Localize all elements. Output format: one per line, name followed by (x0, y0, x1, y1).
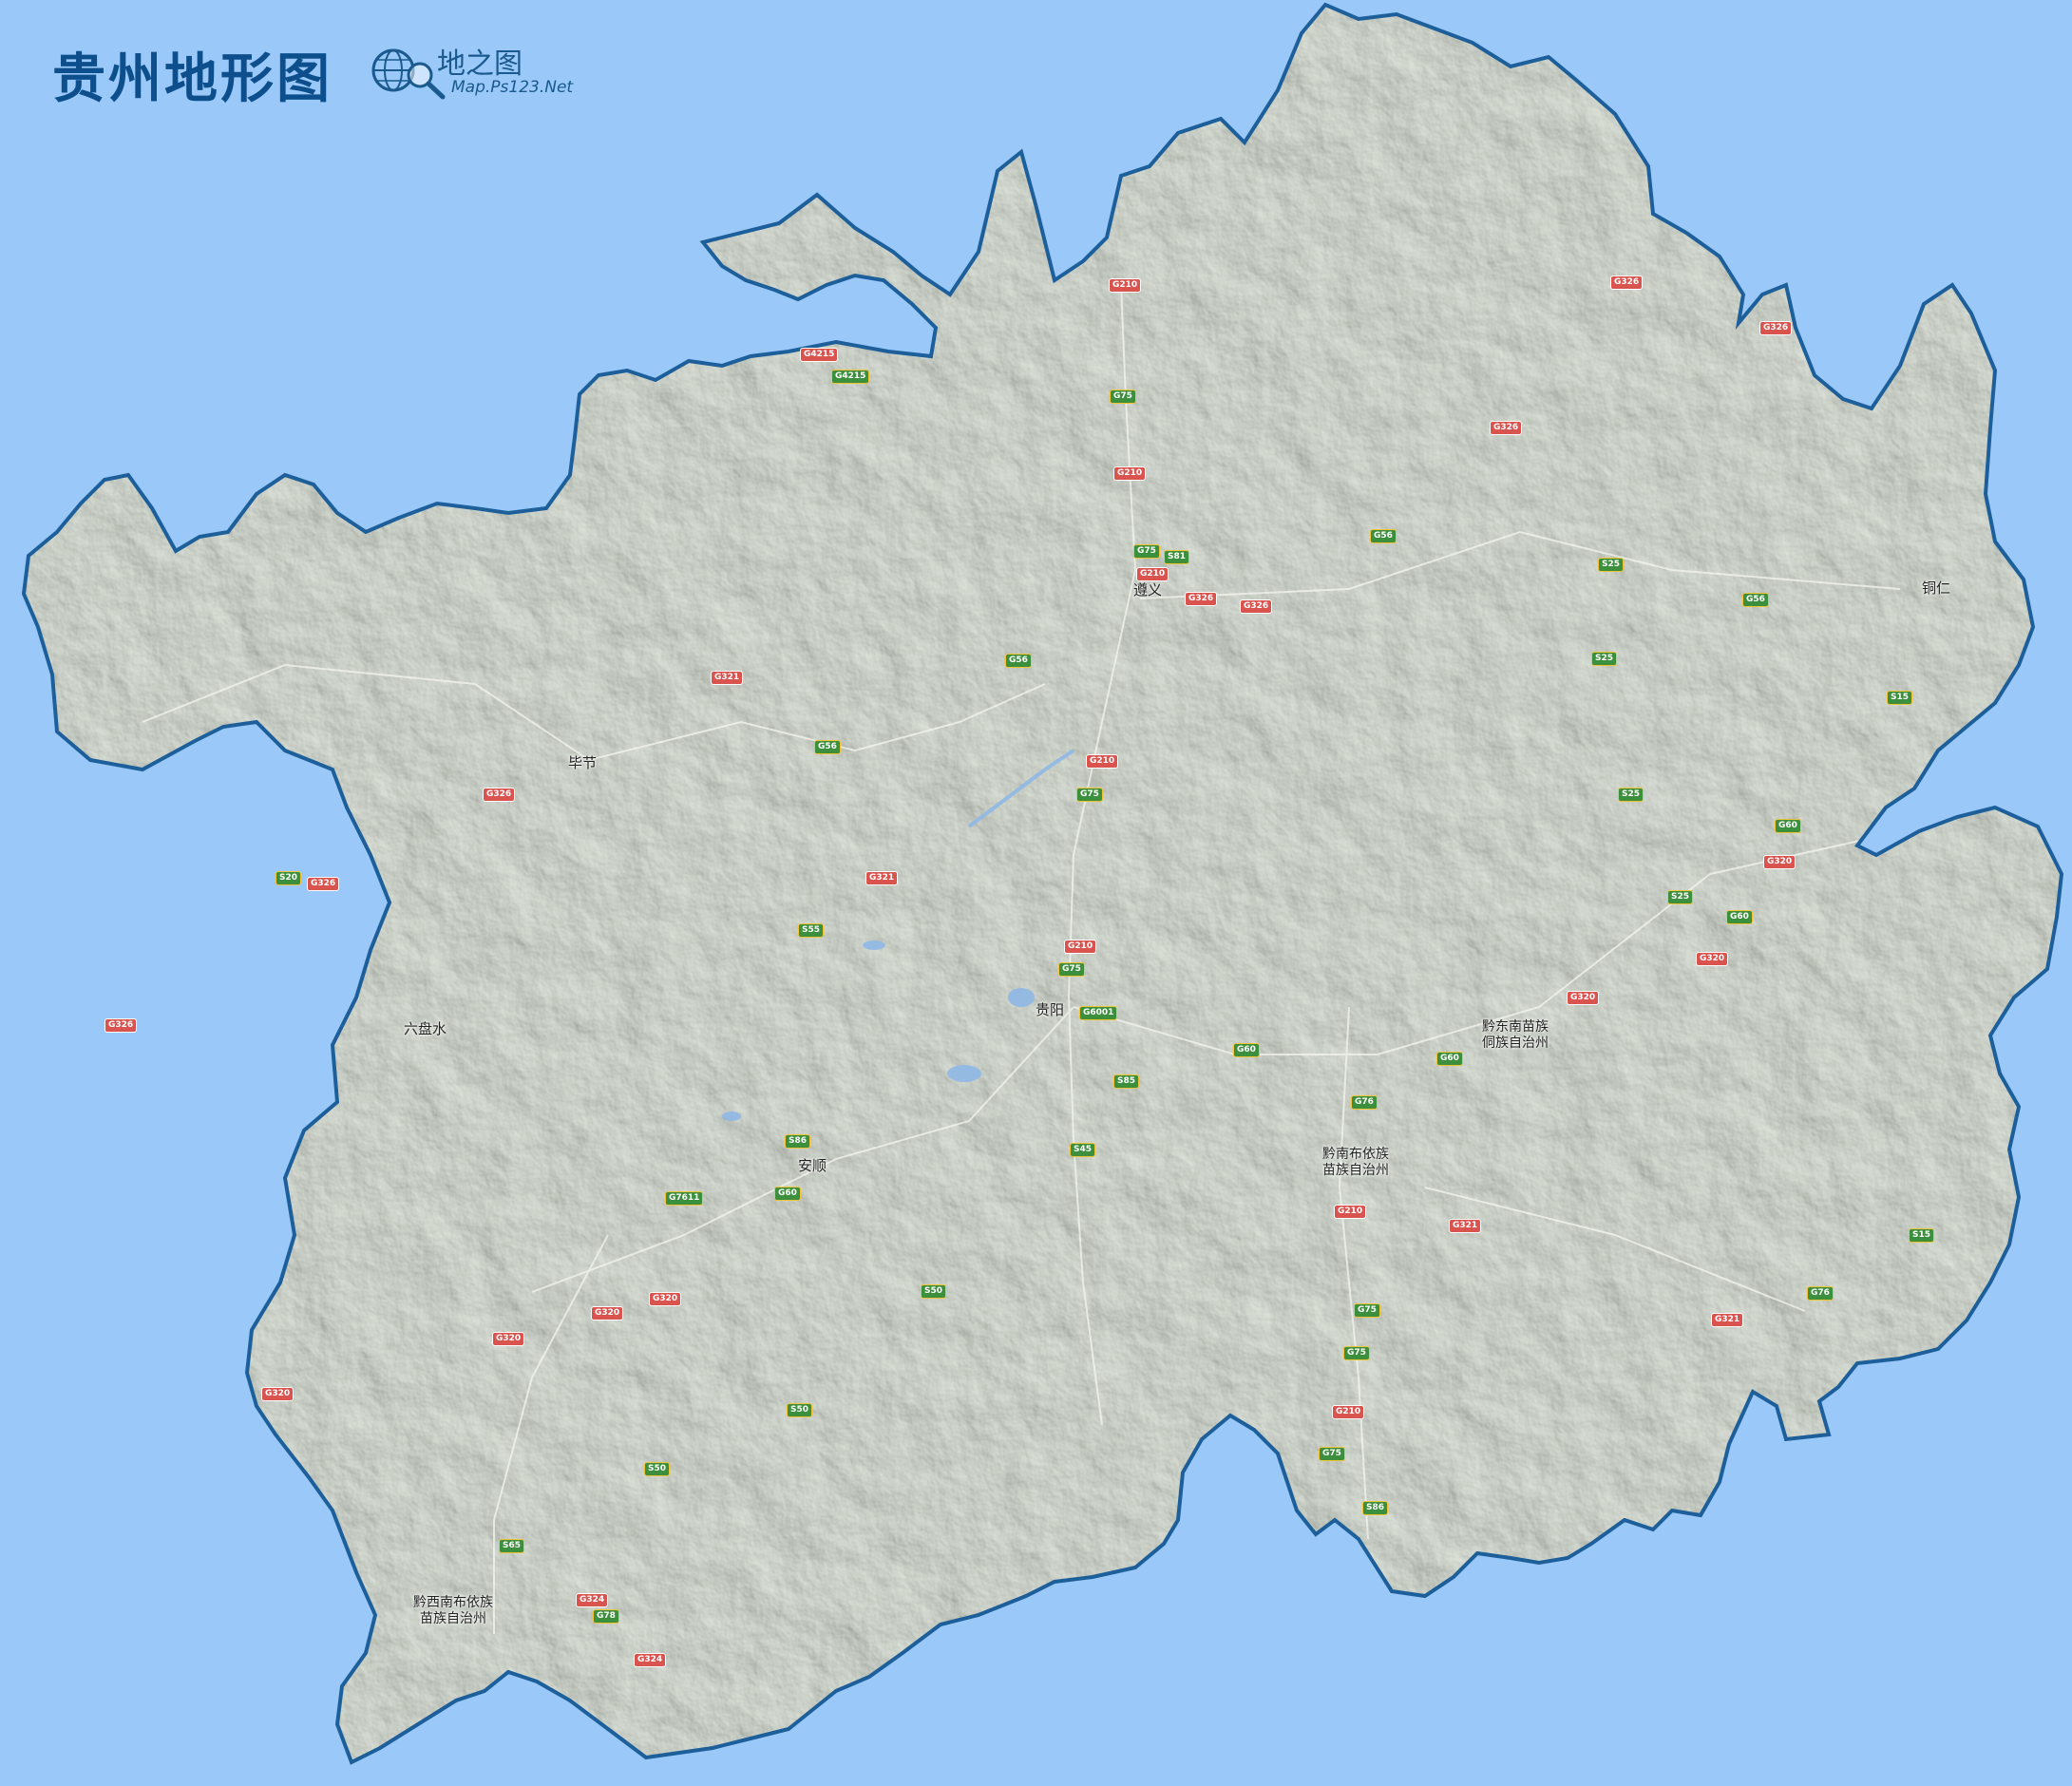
road-shield: G210 (1064, 940, 1097, 954)
road-shield: G60 (774, 1187, 801, 1201)
road-shield: G56 (1742, 593, 1769, 607)
road-shield: S86 (785, 1134, 811, 1149)
road-shield: G320 (492, 1332, 525, 1346)
city-label-liupanshui: 六盘水 (404, 1020, 447, 1037)
road-shield: G210 (1334, 1205, 1367, 1219)
city-label-tongren: 铜仁 (1922, 580, 1951, 597)
prefecture-label-qiannan: 黔南布依族 苗族自治州 (1322, 1147, 1389, 1178)
city-label-guiyang: 贵阳 (1036, 1001, 1065, 1018)
road-shield: S50 (644, 1462, 671, 1476)
road-shield: G60 (1775, 819, 1801, 833)
road-shield: G60 (1233, 1043, 1260, 1057)
road-shield: G56 (814, 740, 841, 754)
road-shield: S86 (1362, 1501, 1389, 1515)
road-shield: G326 (307, 877, 340, 891)
logo-text: 地之图 (437, 48, 523, 81)
province-map (0, 0, 2072, 1786)
road-shield: G326 (1240, 599, 1273, 614)
road-shield: G321 (1449, 1219, 1482, 1233)
road-shield: G75 (1354, 1303, 1380, 1318)
map-title: 贵州地形图 (52, 48, 333, 110)
road-shield: G7611 (665, 1191, 704, 1206)
road-shield: G56 (1370, 529, 1397, 543)
road-shield: S15 (1887, 691, 1913, 705)
road-shield: G320 (1696, 952, 1729, 966)
road-shield: G210 (1109, 278, 1142, 293)
road-shield: S25 (1591, 652, 1618, 666)
road-shield: G324 (576, 1593, 609, 1607)
road-shield: G326 (1490, 421, 1523, 435)
road-shield: G324 (634, 1653, 667, 1667)
road-shield: G320 (591, 1306, 624, 1320)
road-shield: G4215 (831, 370, 870, 384)
road-shield: S15 (1909, 1228, 1935, 1243)
road-shield: S25 (1598, 558, 1625, 572)
road-shield: G76 (1807, 1286, 1834, 1301)
road-shield: S25 (1667, 890, 1694, 904)
road-shield: G4215 (800, 348, 839, 362)
city-label-zunyi: 遵义 (1133, 581, 1163, 598)
prefecture-label-qianxinan: 黔西南布依族 苗族自治州 (413, 1595, 493, 1626)
road-shield: S55 (798, 923, 825, 938)
road-shield: S25 (1618, 788, 1644, 802)
road-shield: G326 (1610, 276, 1644, 290)
road-shield: S20 (276, 871, 302, 885)
road-shield: G326 (483, 788, 516, 802)
road-shield: G210 (1136, 567, 1169, 581)
road-shield: G326 (105, 1018, 138, 1033)
road-shield: G75 (1343, 1346, 1370, 1360)
road-shield: G78 (593, 1609, 619, 1624)
road-shield: G6001 (1079, 1006, 1118, 1020)
city-label-anshun: 安顺 (798, 1157, 827, 1174)
road-shield: G321 (1711, 1313, 1744, 1327)
road-shield: G75 (1110, 390, 1136, 404)
road-shield: G76 (1351, 1095, 1378, 1110)
road-shield: G60 (1436, 1052, 1463, 1066)
road-shield: G321 (711, 671, 744, 685)
road-shield: G320 (649, 1292, 682, 1306)
road-shield: G320 (1567, 991, 1600, 1005)
road-shield: S50 (787, 1403, 813, 1417)
road-shield: G56 (1005, 654, 1032, 668)
road-shield: G326 (1759, 321, 1793, 335)
road-shield: G321 (865, 871, 899, 885)
road-shield: G320 (261, 1387, 295, 1401)
road-shield: S81 (1164, 550, 1190, 564)
road-shield: G210 (1332, 1405, 1365, 1419)
road-shield: G326 (1185, 592, 1218, 606)
road-shield: S45 (1070, 1143, 1096, 1157)
road-shield: G75 (1058, 962, 1085, 977)
city-label-bijie: 毕节 (568, 754, 598, 771)
road-shield: G75 (1319, 1447, 1345, 1461)
prefecture-label-qiandongnan: 黔东南苗族 侗族自治州 (1482, 1019, 1549, 1051)
road-shield: G210 (1113, 466, 1147, 481)
road-shield: S85 (1113, 1074, 1140, 1089)
road-shield: S65 (499, 1539, 525, 1553)
road-shield: G210 (1086, 754, 1119, 769)
road-shield: S50 (921, 1284, 947, 1299)
road-shield: G75 (1133, 544, 1160, 559)
map-canvas[interactable]: 贵州地形图 地之图 Map.Ps123.Net 遵义 毕节 六盘水 安顺 贵阳 … (0, 0, 2072, 1786)
road-shield: G75 (1076, 788, 1103, 802)
logo-url: Map.Ps123.Net (451, 78, 574, 97)
road-shield: G60 (1726, 910, 1753, 924)
road-shield: G320 (1763, 855, 1796, 869)
